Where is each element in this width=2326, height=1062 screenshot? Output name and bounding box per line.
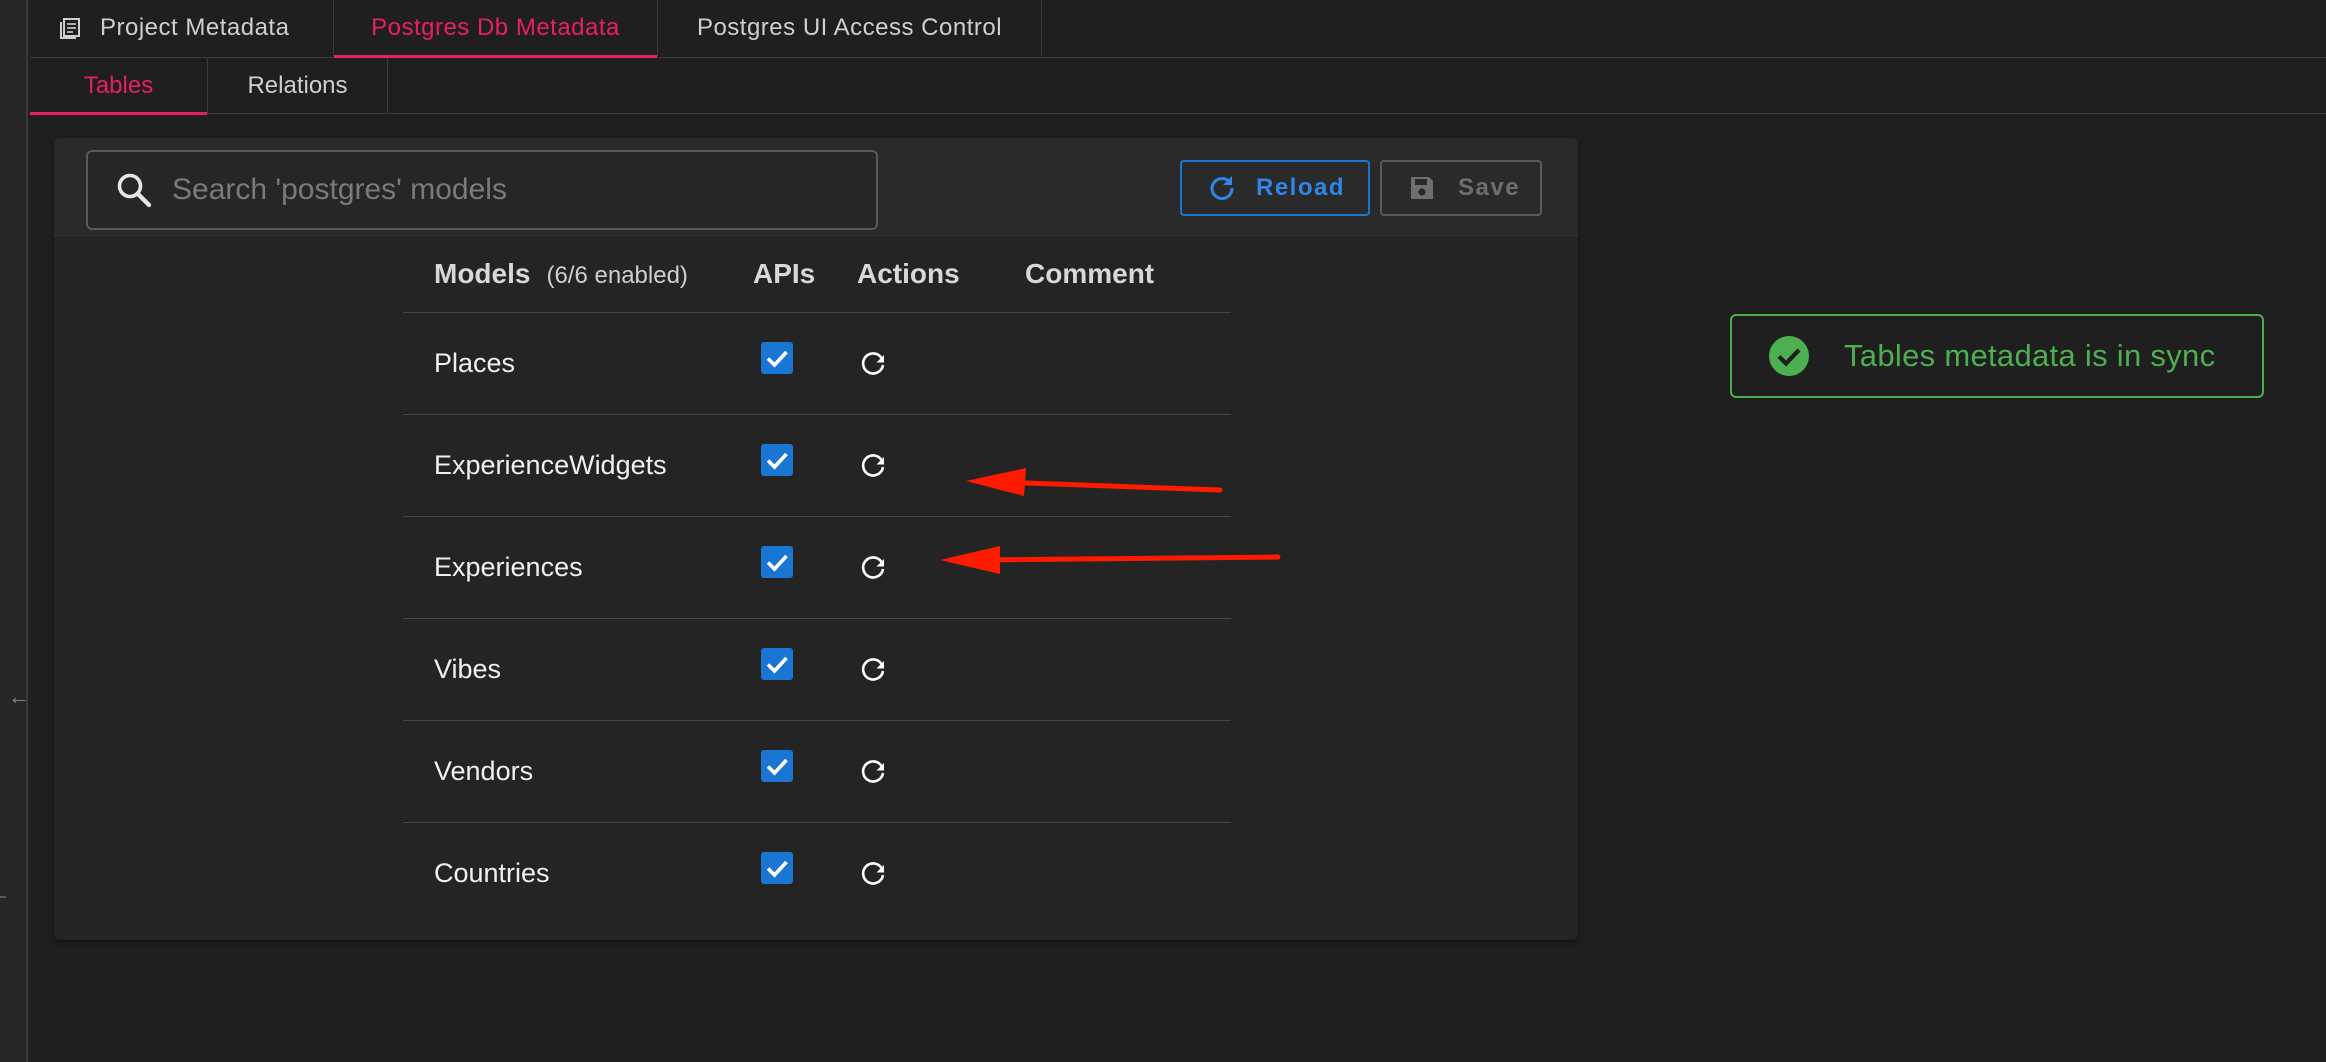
tab-tables[interactable]: Tables — [30, 58, 208, 115]
models-column-header: Models (6/6 enabled) — [403, 236, 729, 313]
comment-cell — [1025, 312, 1231, 415]
checkbox-checked-icon — [766, 861, 788, 878]
comment-cell — [1025, 516, 1231, 619]
tab-project-metadata[interactable]: Project Metadata — [30, 0, 334, 56]
actions-cell — [857, 312, 1025, 415]
enabled-count: (6/6 enabled) — [546, 261, 688, 289]
sync-status-banner: Tables metadata is in sync — [1730, 314, 2264, 398]
api-enabled-checkbox[interactable] — [761, 648, 793, 680]
sync-status-message: Tables metadata is in sync — [1844, 338, 2216, 373]
refresh-icon[interactable] — [857, 653, 889, 685]
comment-column-header: Comment — [1025, 236, 1231, 313]
table-row: Experiences — [403, 516, 1231, 619]
model-name: ExperienceWidgets — [403, 414, 729, 517]
comment-cell — [1025, 618, 1231, 721]
tab-label: Postgres UI Access Control — [696, 14, 1003, 41]
api-cell — [729, 720, 857, 823]
sub-tab-bar: Tables Relations — [30, 58, 2326, 115]
checkbox-checked-icon — [766, 656, 788, 674]
comment-cell — [1025, 720, 1231, 823]
actions-cell — [857, 822, 1025, 924]
refresh-icon — [1210, 176, 1234, 200]
save-button[interactable]: Save — [1380, 160, 1542, 216]
refresh-icon[interactable] — [857, 551, 889, 583]
panel-toolbar: Reload Save — [54, 138, 1578, 236]
subtab-label: Tables — [83, 71, 154, 99]
checkbox-checked-icon — [766, 452, 788, 470]
save-icon — [1411, 177, 1433, 199]
model-name: Experiences — [403, 516, 729, 619]
model-name: Places — [403, 312, 729, 415]
api-enabled-checkbox[interactable] — [761, 546, 793, 578]
model-name: Countries — [434, 857, 550, 888]
table-row: Places — [403, 312, 1231, 415]
table-row: Vibes — [403, 618, 1231, 721]
tab-postgres-ui-access-control[interactable]: Postgres UI Access Control — [658, 0, 1042, 56]
comment-cell — [1025, 414, 1231, 517]
sidebar-divider — [0, 896, 6, 898]
actions-cell — [857, 414, 1025, 517]
main-tab-bar: Project Metadata Postgres Db Metadata Po… — [30, 0, 2326, 58]
refresh-icon[interactable] — [857, 449, 889, 481]
save-label: Save — [1458, 174, 1521, 201]
tab-postgres-db-metadata[interactable]: Postgres Db Metadata — [334, 0, 658, 58]
models-panel: Reload Save Models (6/6 enabled) APIs Act… — [54, 138, 1578, 940]
api-cell — [729, 516, 857, 619]
checkbox-checked-icon — [766, 350, 788, 368]
tab-label: Project Metadata — [100, 14, 290, 41]
api-enabled-checkbox[interactable] — [761, 750, 793, 782]
api-cell — [729, 312, 857, 415]
search-icon — [117, 173, 152, 208]
table-header-row: Models (6/6 enabled) APIs Actions Comment — [403, 236, 1231, 313]
check-circle-icon — [1769, 336, 1809, 376]
reload-button[interactable]: Reload — [1180, 160, 1370, 216]
api-cell — [729, 618, 857, 721]
checkbox-checked-icon — [766, 758, 788, 776]
table-row: ExperienceWidgets — [403, 414, 1231, 517]
search-input[interactable] — [172, 173, 876, 207]
actions-column-header: Actions — [857, 236, 1025, 313]
actions-cell — [857, 516, 1025, 619]
table-row: Countries — [403, 822, 1231, 924]
api-enabled-checkbox[interactable] — [761, 852, 793, 885]
apis-column-header: APIs — [729, 236, 857, 313]
model-name: Vibes — [403, 618, 729, 721]
models-header-label: Models — [434, 257, 531, 289]
arrow-left-icon[interactable]: ← — [8, 686, 30, 708]
actions-cell — [857, 618, 1025, 721]
models-table: Models (6/6 enabled) APIs Actions Comment… — [403, 236, 1231, 924]
api-cell — [729, 822, 857, 924]
tab-relations[interactable]: Relations — [208, 58, 388, 113]
reload-label: Reload — [1256, 174, 1346, 201]
table-row: Vendors — [403, 720, 1231, 823]
comment-cell — [1025, 822, 1231, 924]
actions-cell — [857, 720, 1025, 823]
api-cell — [729, 414, 857, 517]
refresh-icon[interactable] — [857, 857, 889, 889]
subtab-label: Relations — [247, 71, 348, 99]
refresh-icon[interactable] — [857, 347, 889, 379]
search-box[interactable] — [86, 150, 878, 230]
api-enabled-checkbox[interactable] — [761, 342, 793, 374]
api-enabled-checkbox[interactable] — [761, 444, 793, 476]
table-icon — [60, 18, 80, 39]
left-sidebar-strip: ← — [0, 0, 30, 1062]
checkbox-checked-icon — [766, 554, 788, 572]
tab-label: Postgres Db Metadata — [371, 14, 620, 41]
model-name: Vendors — [403, 720, 729, 823]
refresh-icon[interactable] — [857, 755, 889, 787]
